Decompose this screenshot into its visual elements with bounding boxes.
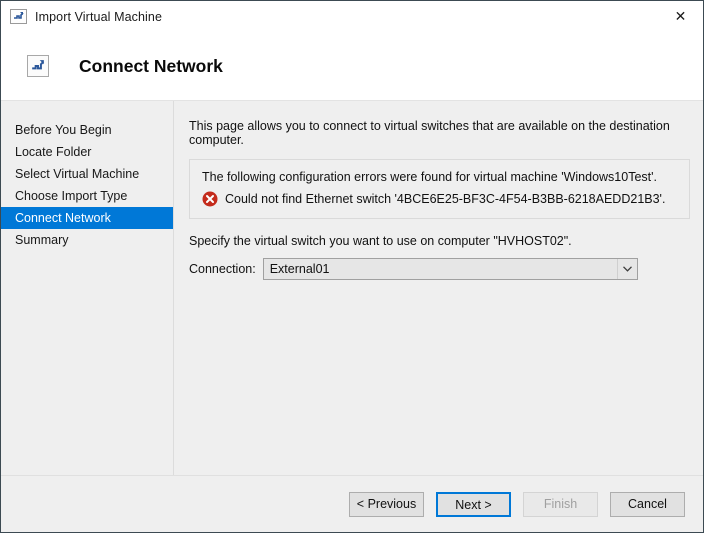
page-title: Connect Network bbox=[79, 55, 223, 76]
chevron-down-icon[interactable] bbox=[616, 259, 637, 279]
finish-button: Finish bbox=[523, 491, 598, 517]
import-vm-icon bbox=[10, 9, 27, 24]
close-icon[interactable]: ✕ bbox=[658, 1, 703, 31]
specify-text: Specify the virtual switch you want to u… bbox=[189, 234, 572, 248]
sidebar-item-before-you-begin[interactable]: Before You Begin bbox=[1, 119, 173, 141]
error-circle-glyph bbox=[202, 191, 218, 207]
error-circle-icon bbox=[202, 191, 218, 207]
connection-label: Connection: bbox=[189, 262, 256, 276]
dialog-body: Before You Begin Locate Folder Select Vi… bbox=[1, 101, 703, 475]
error-row: Could not find Ethernet switch '4BCE6E25… bbox=[202, 191, 677, 207]
page-header: Connect Network bbox=[1, 32, 703, 101]
wizard-steps-nav: Before You Begin Locate Folder Select Vi… bbox=[1, 101, 174, 475]
sidebar-item-locate-folder[interactable]: Locate Folder bbox=[1, 141, 173, 163]
error-message: Could not find Ethernet switch '4BCE6E25… bbox=[225, 192, 666, 206]
configuration-errors-panel: The following configuration errors were … bbox=[189, 159, 690, 219]
sidebar-item-connect-network[interactable]: Connect Network bbox=[1, 207, 173, 229]
dialog-footer: < Previous Next > Finish Cancel bbox=[1, 475, 703, 532]
next-button[interactable]: Next > bbox=[436, 491, 511, 517]
sidebar-item-summary[interactable]: Summary bbox=[1, 229, 173, 251]
error-heading: The following configuration errors were … bbox=[202, 170, 657, 184]
intro-text: This page allows you to connect to virtu… bbox=[189, 119, 670, 147]
import-vm-glyph bbox=[32, 60, 44, 70]
sidebar-item-select-virtual-machine[interactable]: Select Virtual Machine bbox=[1, 163, 173, 185]
previous-button[interactable]: < Previous bbox=[349, 491, 424, 517]
window-title: Import Virtual Machine bbox=[35, 9, 163, 24]
connection-select[interactable]: External01 bbox=[262, 258, 638, 280]
sidebar-item-choose-import-type[interactable]: Choose Import Type bbox=[1, 185, 173, 207]
import-virtual-machine-dialog: Import Virtual Machine ✕ Connect Network… bbox=[0, 0, 704, 533]
import-vm-icon bbox=[27, 55, 49, 77]
chevron-down-glyph bbox=[622, 266, 632, 272]
import-vm-glyph bbox=[14, 12, 24, 19]
connection-row: Connection: External01 bbox=[189, 258, 703, 280]
title-bar: Import Virtual Machine ✕ bbox=[1, 1, 703, 32]
page-content: This page allows you to connect to virtu… bbox=[174, 101, 703, 475]
cancel-button[interactable]: Cancel bbox=[610, 491, 685, 517]
connection-selected-value: External01 bbox=[269, 262, 330, 276]
